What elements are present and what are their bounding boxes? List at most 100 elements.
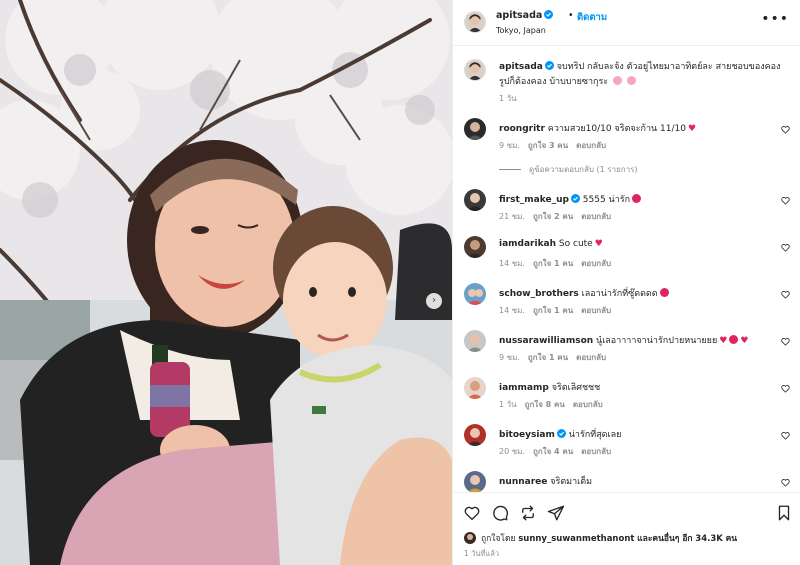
likes-prefix: ถูกใจโดย xyxy=(481,534,516,544)
comment-meta: 1 วัน ถูกใจ 8 คน ตอบกลับ xyxy=(499,398,611,411)
comment-text-line: iammamp จริตเลิศชชช xyxy=(499,380,600,394)
commenter-avatar[interactable] xyxy=(464,189,486,211)
blossom-emoji-icon xyxy=(626,76,636,85)
caption-username[interactable]: apitsada xyxy=(499,62,543,72)
comment-time[interactable]: 21 ชม. xyxy=(499,212,525,221)
comment-meta: 9 ชม. ถูกใจ 1 คน ตอบกลับ xyxy=(499,351,614,364)
verified-badge-icon xyxy=(544,61,554,70)
comment-text-line: roongritr ความสวย10/10 จริตจะก้าน 11/10 ♥ xyxy=(499,121,696,135)
comment-meta: 14 ชม. ถูกใจ 1 คน ตอบกลับ xyxy=(499,257,619,270)
comment-username[interactable]: iamdarikah xyxy=(499,239,556,249)
like-comment-icon[interactable] xyxy=(781,196,790,205)
comment-time[interactable]: 20 ชม. xyxy=(499,447,525,456)
comment-text: 5555 น่ารัก xyxy=(582,195,631,205)
post-photo[interactable]: › xyxy=(0,0,452,565)
comments-list[interactable]: apitsada จบทริป กลับละจ้ง ตัวอยู่ไทยมาอา… xyxy=(453,47,800,492)
reply-button[interactable]: ตอบกลับ xyxy=(581,447,611,456)
header-separator: • xyxy=(568,10,574,21)
comment-username[interactable]: schow_brothers xyxy=(499,289,579,299)
commenter-avatar[interactable] xyxy=(464,283,486,305)
caption-text-block: apitsada จบทริป กลับละจ้ง ตัวอยู่ไทยมาอา… xyxy=(499,60,789,90)
like-comment-icon[interactable] xyxy=(781,290,790,299)
comment-likes[interactable]: ถูกใจ 1 คน xyxy=(533,306,573,315)
caption-author-avatar[interactable] xyxy=(464,59,486,81)
comment-text-line: nunnaree จริตมาเต็ม xyxy=(499,474,592,488)
comment-time[interactable]: 1 วัน xyxy=(499,400,517,409)
likes-suffix: คน xyxy=(725,534,738,544)
likes-count[interactable]: 34.3K xyxy=(695,534,723,544)
verified-badge-icon xyxy=(544,10,554,19)
carousel-next-button[interactable]: › xyxy=(426,293,442,309)
reply-button[interactable]: ตอบกลับ xyxy=(581,212,611,221)
commenter-avatar[interactable] xyxy=(464,236,486,258)
like-comment-icon[interactable] xyxy=(781,478,790,487)
comment-icon[interactable] xyxy=(491,504,509,522)
comment-time[interactable]: 14 ชม. xyxy=(499,306,525,315)
comment-likes[interactable]: ถูกใจ 1 คน xyxy=(528,353,568,362)
like-comment-icon[interactable] xyxy=(781,337,790,346)
author-username-text[interactable]: apitsada xyxy=(496,10,542,21)
share-icon[interactable] xyxy=(547,504,565,522)
like-comment-icon[interactable] xyxy=(781,384,790,393)
comment-time[interactable]: 14 ชม. xyxy=(499,259,525,268)
likes-others[interactable]: และคนอื่นๆ อีก xyxy=(637,534,692,544)
chevron-right-icon: › xyxy=(432,295,436,306)
author-avatar[interactable] xyxy=(464,11,486,33)
reply-button[interactable]: ตอบกลับ xyxy=(581,259,611,268)
likes-summary[interactable]: ถูกใจโดย sunny_suwanmethanont และคนอื่นๆ… xyxy=(464,531,737,545)
comment-time[interactable]: 9 ชม. xyxy=(499,353,520,362)
comment-text: น่ารักที่สุดเลย xyxy=(568,430,622,440)
comment-time[interactable]: 9 ชม. xyxy=(499,141,520,150)
blossom-emoji-icon xyxy=(613,76,622,85)
like-comment-icon[interactable] xyxy=(781,125,790,134)
comment-likes[interactable]: ถูกใจ 4 คน xyxy=(533,447,573,456)
reply-button[interactable]: ตอบกลับ xyxy=(576,353,606,362)
post-timestamp[interactable]: 1 วันที่แล้ว xyxy=(464,548,499,560)
red-heart-emoji-icon: ♥ xyxy=(688,124,697,134)
comment-likes[interactable]: ถูกใจ 8 คน xyxy=(525,400,565,409)
commenter-avatar[interactable] xyxy=(464,471,486,492)
liker-avatar[interactable] xyxy=(464,532,476,544)
reply-button[interactable]: ตอบกลับ xyxy=(576,141,606,150)
reply-button[interactable]: ตอบกลับ xyxy=(581,306,611,315)
verified-badge-icon xyxy=(570,194,580,203)
comment-username[interactable]: iammamp xyxy=(499,383,549,393)
heart-eyes-emoji-icon xyxy=(729,335,739,344)
liker-username[interactable]: sunny_suwanmethanont xyxy=(518,534,634,544)
post-sidebar: apitsada • ติดตาม Tokyo, Japan ••• apits… xyxy=(452,0,800,565)
comment-text-line: bitoeysiam น่ารักที่สุดเลย xyxy=(499,427,621,441)
comment-meta: 21 ชม. ถูกใจ 2 คน ตอบกลับ xyxy=(499,210,619,223)
commenter-avatar[interactable] xyxy=(464,424,486,446)
view-replies-text[interactable]: ดูข้อความตอบกลับ (1 รายการ) xyxy=(529,163,638,176)
comment-likes[interactable]: ถูกใจ 3 คน xyxy=(528,141,568,150)
replies-divider xyxy=(499,169,521,170)
comment-likes[interactable]: ถูกใจ 1 คน xyxy=(533,259,573,268)
comment-username[interactable]: first_make_up xyxy=(499,195,569,205)
view-replies-button[interactable]: ดูข้อความตอบกลับ (1 รายการ) xyxy=(499,163,638,176)
follow-button[interactable]: ติดตาม xyxy=(577,10,607,25)
commenter-avatar[interactable] xyxy=(464,377,486,399)
caption-timestamp[interactable]: 1 วัน xyxy=(499,92,517,105)
comment-username[interactable]: bitoeysiam xyxy=(499,430,555,440)
like-icon[interactable] xyxy=(463,504,481,522)
comment-meta: 9 ชม. ถูกใจ 3 คน ตอบกลับ xyxy=(499,139,614,152)
comment-username[interactable]: nussarawilliamson xyxy=(499,336,593,346)
comment-text-line: first_make_up 5555 น่ารัก xyxy=(499,192,642,206)
comment-meta: 20 ชม. ถูกใจ 4 คน ตอบกลับ xyxy=(499,445,619,458)
comment-username[interactable]: roongritr xyxy=(499,124,545,134)
comment-text: So cute xyxy=(558,239,593,249)
like-comment-icon[interactable] xyxy=(781,243,790,252)
comment-likes[interactable]: ถูกใจ 2 คน xyxy=(533,212,573,221)
pink-heart-emoji-icon: ♥ xyxy=(594,239,603,249)
reply-button[interactable]: ตอบกลับ xyxy=(573,400,603,409)
comment-username[interactable]: nunnaree xyxy=(499,477,547,487)
commenter-avatar[interactable] xyxy=(464,330,486,352)
like-comment-icon[interactable] xyxy=(781,431,790,440)
repost-icon[interactable] xyxy=(519,504,537,522)
more-options-icon[interactable]: ••• xyxy=(761,12,789,26)
bookmark-icon[interactable] xyxy=(775,504,793,522)
commenter-avatar[interactable] xyxy=(464,118,486,140)
comment-text: ความสวย10/10 จริตจะก้าน 11/10 xyxy=(547,124,686,134)
post-location[interactable]: Tokyo, Japan xyxy=(496,26,546,35)
author-username[interactable]: apitsada xyxy=(496,10,554,21)
